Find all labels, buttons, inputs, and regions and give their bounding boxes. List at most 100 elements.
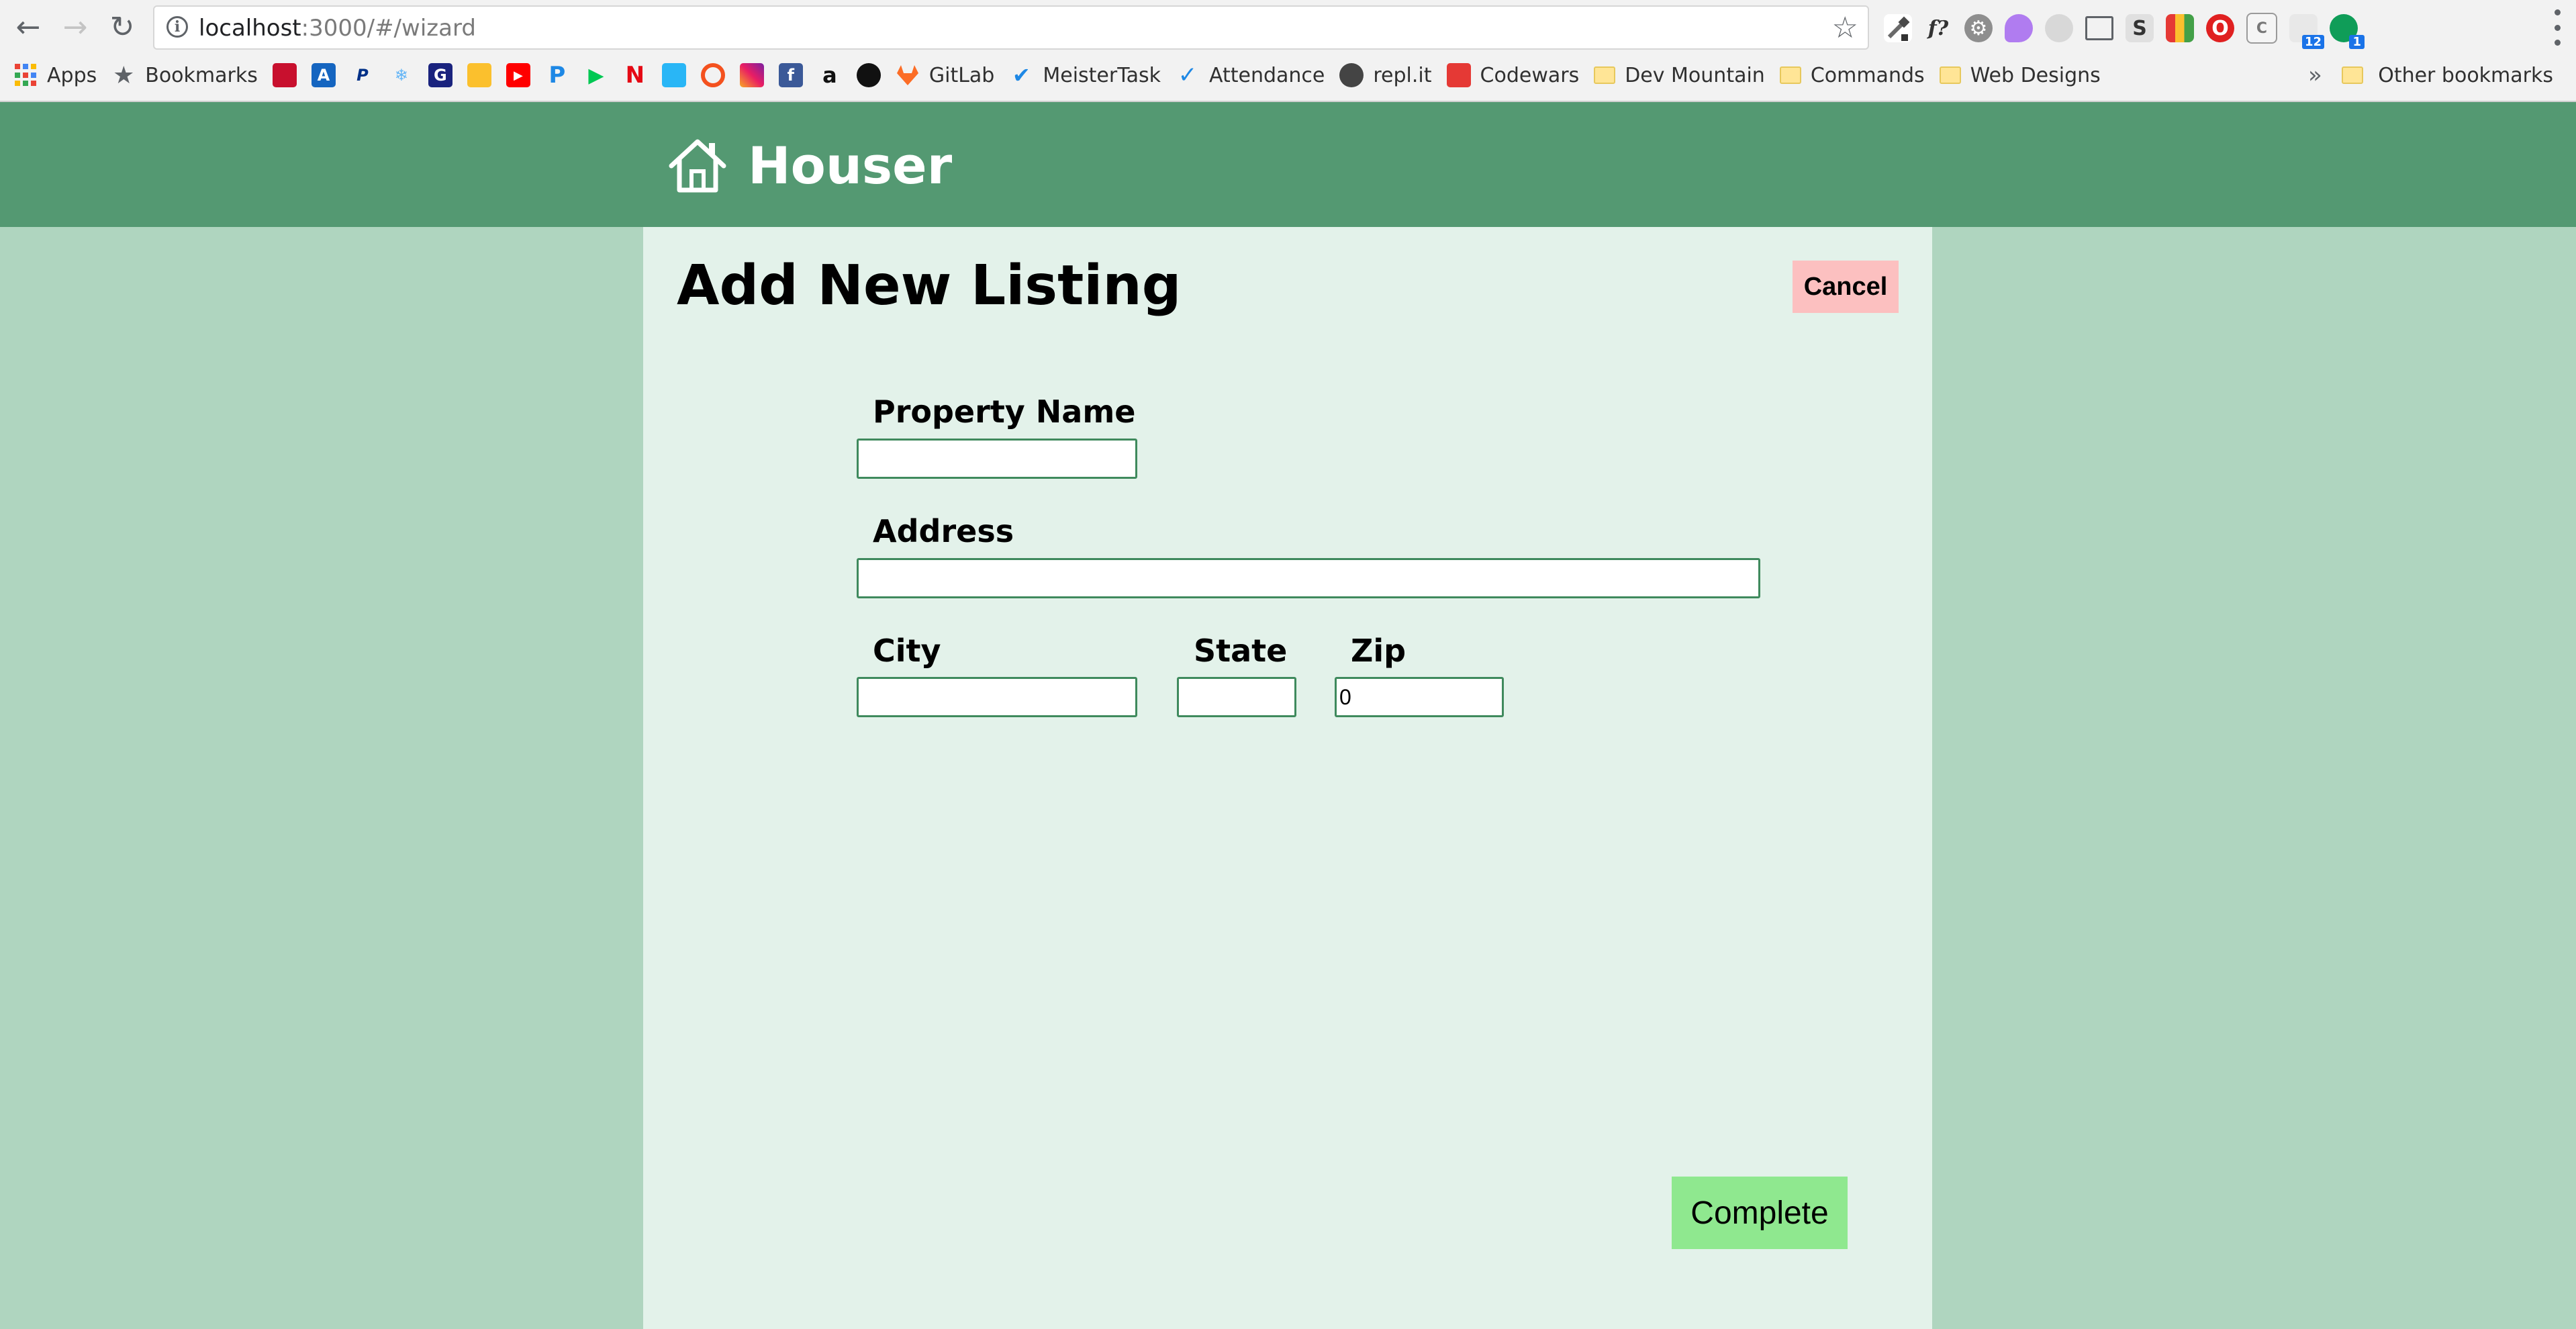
ring-site-icon xyxy=(700,63,725,87)
reader-badge: 12 xyxy=(2301,35,2324,49)
facebook-icon: f xyxy=(778,63,803,87)
brand-name: Houser xyxy=(748,136,953,195)
bookmark-bookmarks[interactable]: ★ Bookmarks xyxy=(111,58,258,93)
s-extension-icon[interactable]: S xyxy=(2126,14,2154,42)
complete-button[interactable]: Complete xyxy=(1672,1177,1848,1249)
bookmark-icon-5[interactable]: G xyxy=(428,58,452,93)
property-name-input[interactable] xyxy=(857,439,1137,479)
gitlab-icon xyxy=(896,63,920,87)
bookmarks-bar: Apps ★ Bookmarks A P ❄ G ▶ P ▶ N f a Git… xyxy=(0,58,2576,93)
bookmark-attendance[interactable]: ✓ Attendance xyxy=(1176,58,1325,93)
reader-extension-icon[interactable]: 12 xyxy=(2289,14,2324,49)
bookmark-icon-10[interactable]: N xyxy=(623,58,647,93)
url-text[interactable]: localhost:3000/#/wizard xyxy=(199,15,476,42)
bookmark-other[interactable]: Other bookmarks xyxy=(2342,58,2553,93)
url-path: :3000/#/wizard xyxy=(301,15,476,42)
keep-icon xyxy=(467,63,491,87)
back-button[interactable]: ← xyxy=(8,7,48,47)
bookmark-meistertask[interactable]: ✔ MeisterTask xyxy=(1009,58,1161,93)
browser-menu-icon[interactable] xyxy=(2550,9,2564,46)
youtube-icon: ▶ xyxy=(506,63,530,87)
state-input[interactable] xyxy=(1177,677,1296,717)
cancel-button[interactable]: Cancel xyxy=(1793,261,1899,313)
bookmark-icon-6[interactable] xyxy=(467,58,491,93)
amazon-icon: a xyxy=(822,62,837,88)
bookmark-apps[interactable]: Apps xyxy=(15,58,97,93)
snowflake-icon: ❄ xyxy=(394,66,408,85)
a-site-icon: A xyxy=(311,63,336,87)
bookmark-icon-8[interactable]: P xyxy=(545,58,569,93)
purple-extension-icon[interactable] xyxy=(2005,14,2033,42)
tabs-extension-icon[interactable] xyxy=(2166,14,2194,42)
forward-button[interactable]: → xyxy=(55,7,95,47)
bookmark-icon-7[interactable]: ▶ xyxy=(506,58,530,93)
zip-label: Zip xyxy=(1351,633,1406,669)
grey-extension-icon[interactable] xyxy=(2045,14,2073,42)
bookmark-icon-1[interactable] xyxy=(272,58,297,93)
bookmark-icon-3[interactable]: P xyxy=(350,58,375,93)
bookmark-codewars[interactable]: Codewars xyxy=(1446,58,1580,93)
bookmark-icon-12[interactable] xyxy=(700,58,725,93)
codewars-icon xyxy=(1446,63,1471,87)
clipboard-extension-icon[interactable]: C xyxy=(2246,13,2277,44)
info-icon[interactable]: i xyxy=(166,16,188,38)
replit-icon xyxy=(1339,63,1364,87)
bookmark-icon-14[interactable]: f xyxy=(778,58,803,93)
extensions-tray: f? ⚙ S O C 12 1 xyxy=(1884,8,2365,49)
bookmarks-overflow-icon[interactable]: » xyxy=(2308,58,2322,93)
bookmark-label: Web Designs xyxy=(1970,63,2101,87)
city-label: City xyxy=(873,633,941,669)
bookmark-devmountain[interactable]: Dev Mountain xyxy=(1594,58,1765,93)
bookmark-icon-4[interactable]: ❄ xyxy=(389,58,414,93)
bookmark-icon-13[interactable] xyxy=(739,58,764,93)
bookmark-label: Bookmarks xyxy=(145,63,258,87)
url-host: localhost xyxy=(199,15,301,42)
folder-icon xyxy=(1779,66,1801,84)
bookmark-label: Apps xyxy=(47,63,97,87)
apps-grid-icon xyxy=(15,64,38,87)
page-title: Add New Listing xyxy=(677,254,1182,318)
state-label: State xyxy=(1194,633,1288,669)
bookmark-label: Commands xyxy=(1810,63,1925,87)
bookmark-icon-15[interactable]: a xyxy=(818,58,842,93)
bookmark-label: GitLab xyxy=(928,63,995,87)
chat-badge: 1 xyxy=(2349,35,2365,49)
bookmark-webdesigns[interactable]: Web Designs xyxy=(1939,58,2101,93)
bookmark-replit[interactable]: repl.it xyxy=(1339,58,1432,93)
house-icon xyxy=(669,139,726,192)
bookmark-gitlab[interactable]: GitLab xyxy=(896,58,995,93)
github-icon xyxy=(856,63,881,87)
red-site-icon xyxy=(272,63,297,87)
opera-extension-icon[interactable]: O xyxy=(2206,14,2234,42)
zip-input[interactable] xyxy=(1335,677,1504,717)
bookmark-icon-2[interactable]: A xyxy=(311,58,336,93)
pandora-icon: P xyxy=(548,62,566,89)
brand-logo[interactable]: Houser xyxy=(667,136,952,195)
city-input[interactable] xyxy=(857,677,1137,717)
app-header: Houser xyxy=(0,102,2576,227)
video-site-icon xyxy=(661,63,686,87)
bookmark-icon-9[interactable]: ▶ xyxy=(584,58,608,93)
netflix-icon: N xyxy=(625,62,645,89)
address-input[interactable] xyxy=(857,558,1760,598)
address-bar[interactable]: i localhost:3000/#/wizard ☆ xyxy=(153,5,1869,50)
gear-extension-icon[interactable]: ⚙ xyxy=(1964,14,1993,42)
bookmark-commands[interactable]: Commands xyxy=(1779,58,1925,93)
star-icon: ★ xyxy=(113,61,135,89)
reload-button[interactable]: ↻ xyxy=(102,7,142,47)
folder-icon xyxy=(1594,66,1616,84)
cast-icon[interactable] xyxy=(2085,16,2113,40)
chat-extension-icon[interactable]: 1 xyxy=(2330,14,2365,49)
paypal-icon: P xyxy=(356,66,369,85)
google-play-icon: ▶ xyxy=(588,63,604,87)
folder-icon xyxy=(2342,66,2364,84)
g-site-icon: G xyxy=(428,63,452,87)
bookmark-icon-11[interactable] xyxy=(661,58,686,93)
bookmark-label: Codewars xyxy=(1480,63,1580,87)
property-name-label: Property Name xyxy=(873,394,1136,430)
whatfont-extension-icon[interactable]: f? xyxy=(1924,14,1952,42)
bookmark-star-icon[interactable]: ☆ xyxy=(1832,11,1858,45)
eyedropper-extension-icon[interactable] xyxy=(1884,14,1912,42)
bookmark-label: MeisterTask xyxy=(1043,63,1161,87)
bookmark-icon-16[interactable] xyxy=(856,58,881,93)
